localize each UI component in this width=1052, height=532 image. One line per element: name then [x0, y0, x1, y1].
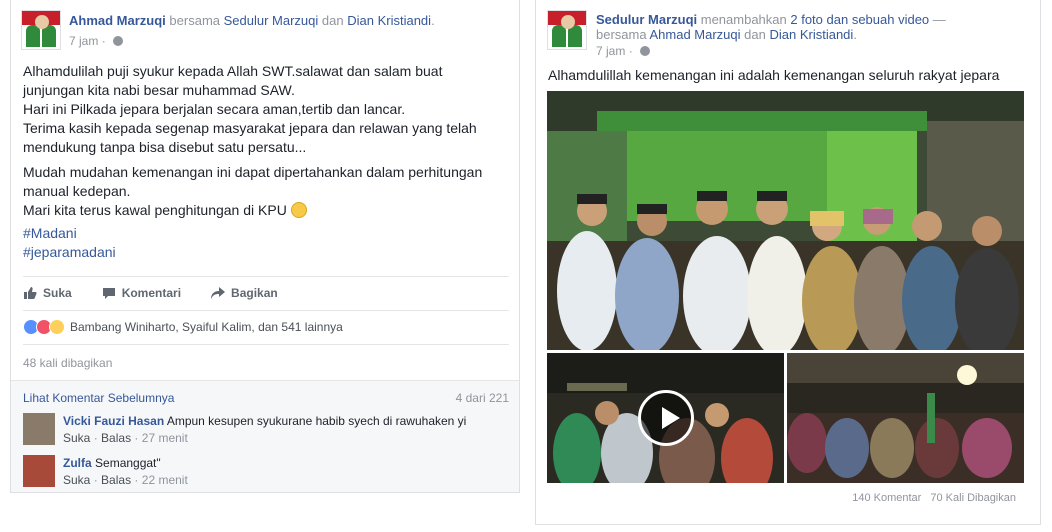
divider	[23, 276, 509, 277]
comment-bubble-icon	[102, 288, 115, 299]
post-photo-secondary[interactable]	[787, 353, 1024, 483]
comment-like-link[interactable]: Suka	[63, 473, 90, 487]
like-button[interactable]: Suka	[23, 286, 72, 300]
post-actions: Suka Komentari Bagikan	[23, 280, 509, 306]
comment-count-link[interactable]: 140 Komentar	[852, 492, 921, 504]
crowd-photo-image	[547, 91, 1024, 350]
post-photo-main[interactable]	[547, 91, 1024, 350]
divider	[23, 310, 509, 311]
share-count-link[interactable]: 70 Kali Dibagikan	[930, 492, 1016, 504]
right-post: Sedulur Marzuqi menambahkan 2 foto dan s…	[535, 0, 1041, 525]
share-count[interactable]: 48 kali dibagikan	[23, 356, 112, 370]
smiley-emoji-icon	[290, 202, 307, 218]
commenter-avatar[interactable]	[23, 413, 55, 445]
reactions-names[interactable]: Bambang Winiharto, Syaiful Kalim, dan 54…	[70, 320, 343, 334]
post-time[interactable]: 7 jam	[596, 44, 625, 58]
reactions-summary[interactable]: Bambang Winiharto, Syaiful Kalim, dan 54…	[23, 318, 343, 336]
globe-icon[interactable]	[640, 46, 651, 56]
hashtag-link[interactable]: #jeparamadani	[23, 243, 513, 262]
play-icon[interactable]	[637, 390, 694, 446]
commenter-name[interactable]: Zulfa	[63, 456, 92, 470]
post-video-thumbnail[interactable]	[547, 353, 784, 483]
left-post: Ahmad Marzuqi bersama Sedulur Marzuqi da…	[10, 0, 520, 493]
share-arrow-icon	[211, 287, 226, 299]
comments-section: Lihat Komentar Sebelumnya 4 dari 221 Vic…	[11, 380, 519, 492]
comment-button[interactable]: Komentari	[102, 286, 181, 300]
divider	[23, 344, 509, 345]
author-name[interactable]: Ahmad Marzuqi	[69, 13, 166, 28]
comment-like-link[interactable]: Suka	[63, 431, 90, 445]
tagged-user[interactable]: Ahmad Marzuqi	[649, 27, 740, 42]
post-time[interactable]: 7 jam	[69, 34, 98, 48]
tagged-user[interactable]: Sedulur Marzuqi	[224, 13, 319, 28]
comment-time[interactable]: 27 menit	[142, 431, 188, 445]
comment-text: Semanggat"	[95, 456, 161, 470]
comment-text: Ampun kesupen syukurane habib syech di r…	[166, 414, 467, 428]
comment-reply-link[interactable]: Balas	[101, 473, 131, 487]
thumbs-up-icon	[24, 287, 37, 299]
post-meta: 7 jam ·	[596, 43, 651, 59]
author-avatar[interactable]	[21, 10, 61, 50]
commenter-name[interactable]: Vicki Fauzi Hasan	[63, 414, 164, 428]
media-link[interactable]: 2 foto dan sebuah video	[790, 12, 929, 27]
author-avatar[interactable]	[547, 10, 587, 50]
post-caption: Alhamdulillah kemenangan ini adalah keme…	[548, 67, 1000, 83]
comment-reply-link[interactable]: Balas	[101, 431, 131, 445]
tagged-user[interactable]: Dian Kristiandi	[347, 13, 431, 28]
post-meta: 7 jam ·	[69, 33, 124, 49]
crowd-night-image	[787, 353, 1024, 483]
globe-icon[interactable]	[113, 36, 124, 46]
post-stats: 140 Komentar 70 Kali Dibagikan	[846, 492, 1016, 504]
post-header: Ahmad Marzuqi bersama Sedulur Marzuqi da…	[69, 13, 435, 28]
post-body: Alhamdulilah puji syukur kepada Allah SW…	[23, 62, 513, 262]
commenter-avatar[interactable]	[23, 455, 55, 487]
post-header-line-2: bersama Ahmad Marzuqi dan Dian Kristiand…	[596, 27, 857, 42]
share-button[interactable]: Bagikan	[211, 286, 278, 300]
comment-time[interactable]: 22 menit	[142, 473, 188, 487]
view-previous-comments-link[interactable]: Lihat Komentar Sebelumnya	[23, 391, 174, 405]
wow-reaction-icon	[49, 319, 65, 335]
tagged-user[interactable]: Dian Kristiandi	[769, 27, 853, 42]
hashtag-link[interactable]: #Madani	[23, 224, 513, 243]
comments-count: 4 dari 221	[455, 391, 509, 405]
author-name[interactable]: Sedulur Marzuqi	[596, 12, 697, 27]
